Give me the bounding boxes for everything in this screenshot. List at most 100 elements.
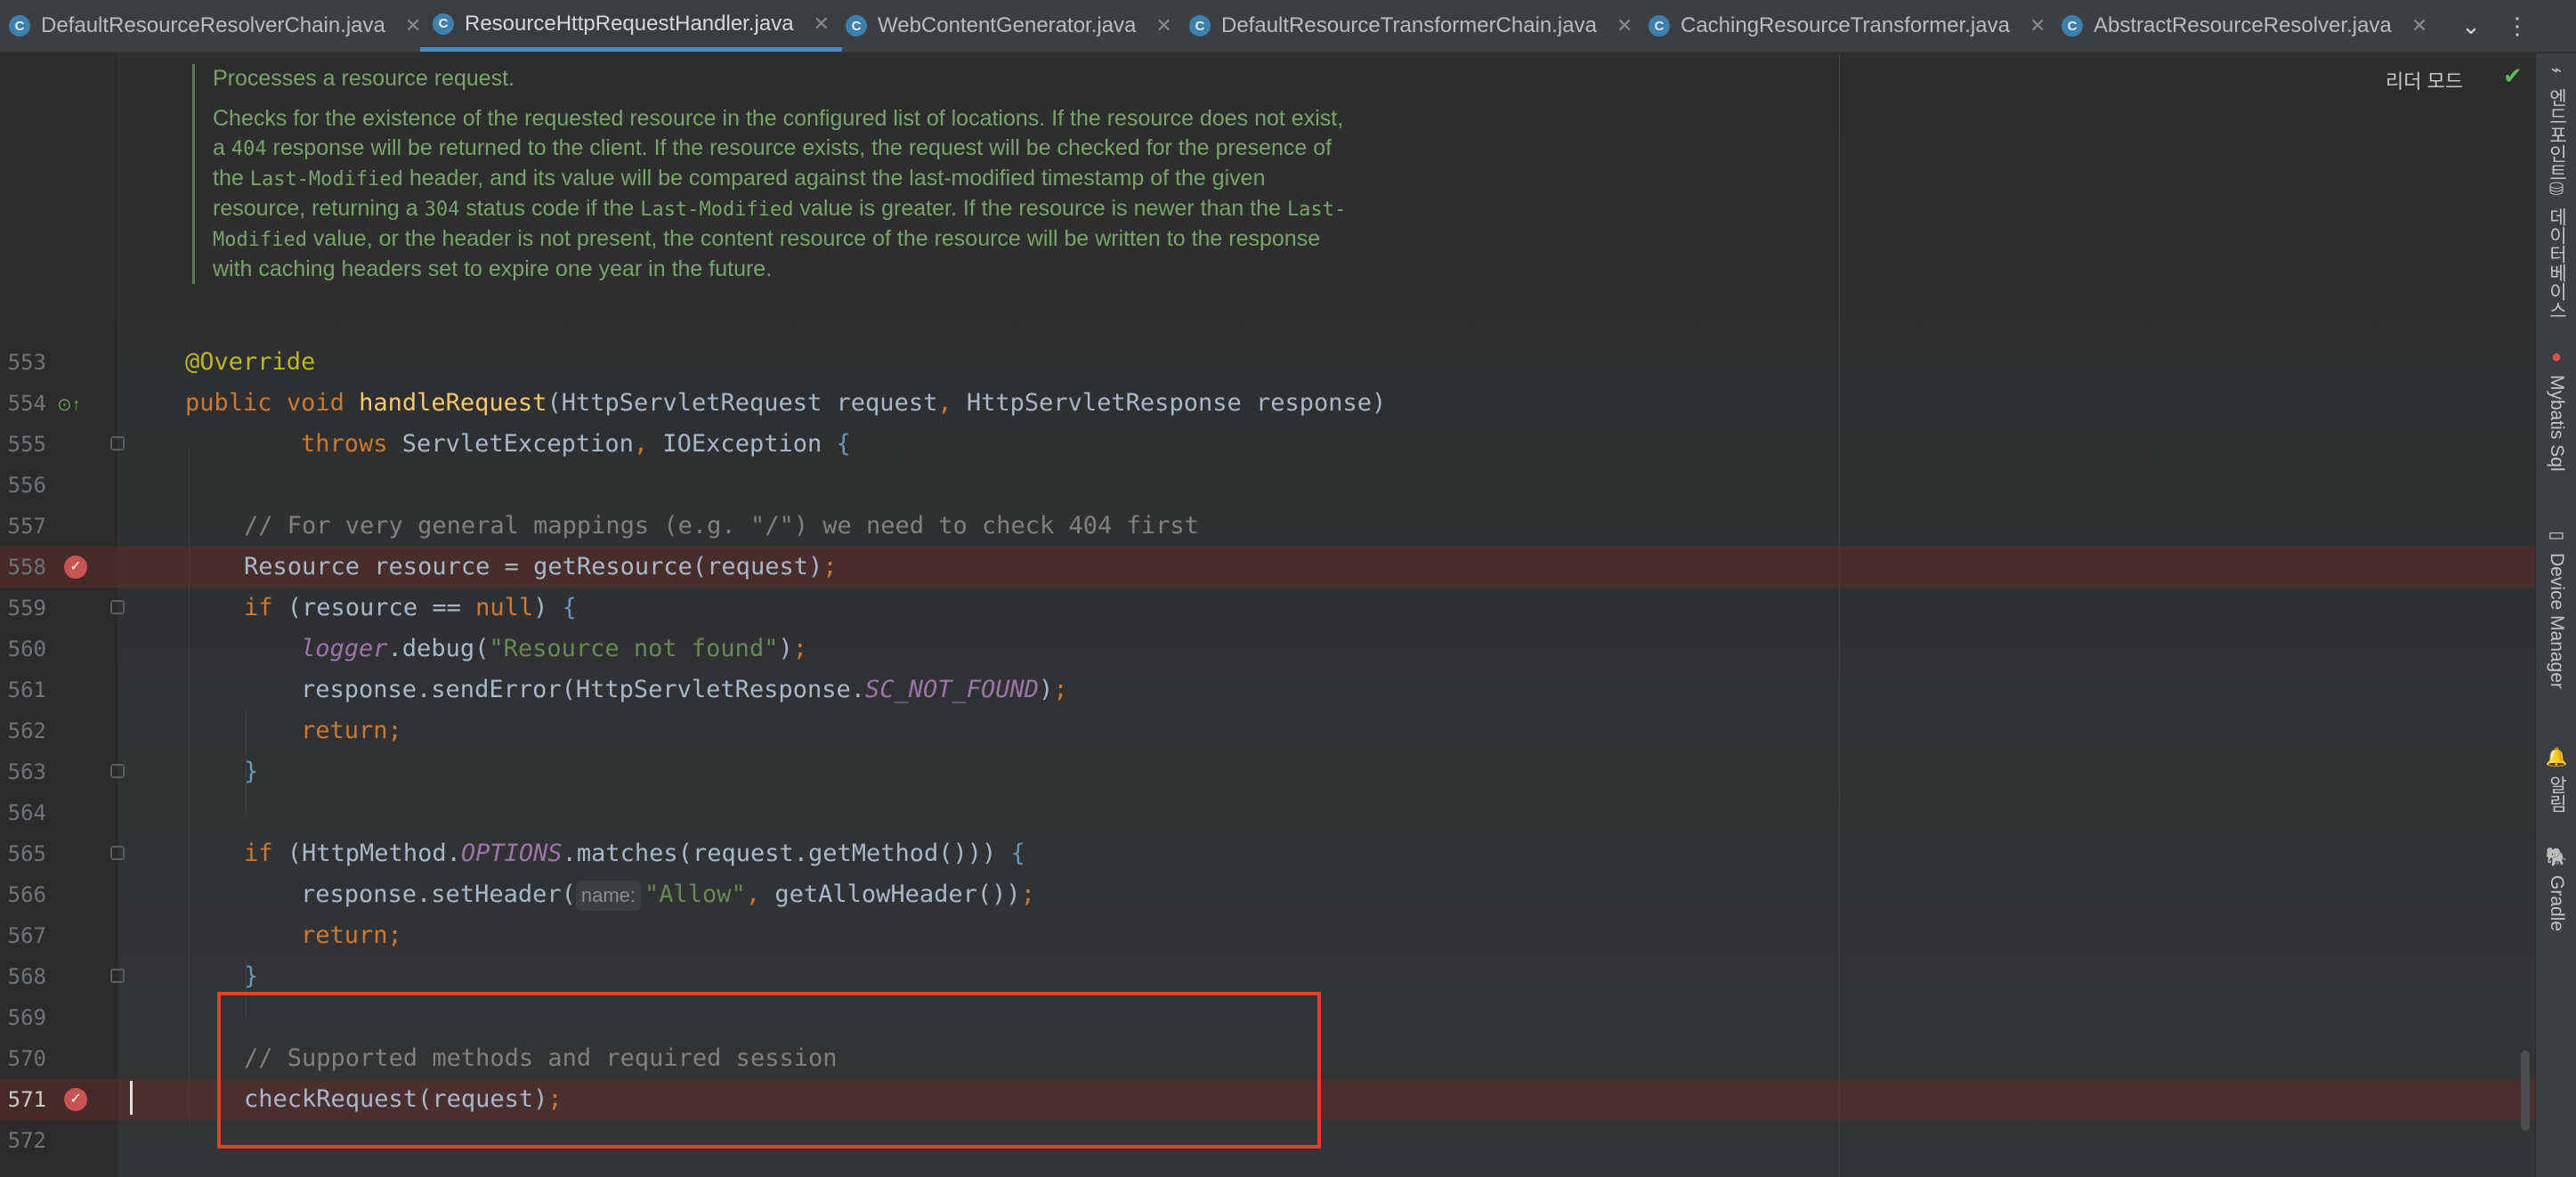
tool-label: 엔드포인트 xyxy=(2547,88,2567,182)
code-line-553[interactable]: 553 @Override xyxy=(0,342,2535,383)
code-line-556[interactable]: 556 xyxy=(0,465,2535,506)
code-token: ; xyxy=(387,717,402,744)
static-field: logger xyxy=(301,635,388,662)
tab-defaultresourceresolverchain[interactable]: C DefaultResourceResolverChain.java ✕ xyxy=(9,0,421,52)
tab-cachingresourcetransformer[interactable]: C CachingResourceTransformer.java ✕ xyxy=(1648,0,2045,52)
line-number: 565 xyxy=(7,841,46,866)
code-line-558[interactable]: 558 ✓ Resource resource = getResource(re… xyxy=(0,547,2535,588)
line-number: 553 xyxy=(7,350,46,375)
code-text: return; xyxy=(301,915,402,956)
fold-icon[interactable] xyxy=(110,600,125,614)
right-tool-window-bar: ⌁ 엔드포인트 ⛁ 데이터베이스 ● Mybatis Sql ▭ Device … xyxy=(2535,53,2576,1177)
editor-menu-icon[interactable]: ⋮ xyxy=(2499,0,2535,52)
tool-label: Device Manager xyxy=(2547,553,2567,689)
javadoc-text: value, or the header is not present, the… xyxy=(213,226,1321,281)
fold-icon[interactable] xyxy=(110,846,125,860)
code-token: (HttpServletRequest request xyxy=(547,389,938,417)
method-name: handleRequest xyxy=(359,389,547,417)
code-editor[interactable]: 리더 모드 ✔ Processes a resource request. Ch… xyxy=(0,53,2535,1177)
code-text: response.sendError(HttpServletResponse.S… xyxy=(301,670,1068,710)
inspection-ok-icon[interactable]: ✔ xyxy=(2503,62,2523,90)
close-icon[interactable]: ✕ xyxy=(1155,14,1171,37)
code-line-565[interactable]: 565 if (HttpMethod.OPTIONS.matches(reque… xyxy=(0,833,2535,874)
code-line-555[interactable]: 555 throws ServletException, IOException… xyxy=(0,424,2535,465)
tab-webcontentgenerator[interactable]: C WebContentGenerator.java ✕ xyxy=(846,0,1172,52)
fold-icon[interactable] xyxy=(110,436,125,451)
tool-device-manager[interactable]: ▭ Device Manager xyxy=(2536,524,2576,689)
code-text: @Override xyxy=(185,342,315,383)
code-comment: // For very general mappings (e.g. "/") … xyxy=(244,512,1199,540)
code-line-564[interactable]: 564 xyxy=(0,792,2535,833)
more-tabs-icon[interactable]: ⌄ xyxy=(2453,0,2489,52)
code-token: , xyxy=(745,881,761,908)
tab-abstractresourceresolver[interactable]: C AbstractResourceResolver.java ✕ xyxy=(2062,0,2427,52)
fold-icon[interactable] xyxy=(110,764,125,778)
code-text: if (HttpMethod.OPTIONS.matches(request.g… xyxy=(244,833,1025,874)
tool-mybatis-sql[interactable]: ● Mybatis Sql xyxy=(2536,347,2576,472)
line-number: 561 xyxy=(7,678,46,702)
code-token: (resource == xyxy=(272,594,476,621)
tool-endpoints[interactable]: ⌁ 엔드포인트 xyxy=(2536,59,2576,182)
code-token: ; xyxy=(1053,676,1068,703)
code-token: { xyxy=(562,594,577,621)
close-icon[interactable]: ✕ xyxy=(2411,14,2427,37)
code-token: ; xyxy=(387,921,402,949)
line-number: 568 xyxy=(7,964,46,989)
tab-label: DefaultResourceTransformerChain.java xyxy=(1221,13,1597,37)
tool-database[interactable]: ⛁ 데이터베이스 xyxy=(2536,178,2576,320)
line-number: 556 xyxy=(7,473,46,498)
tool-gradle[interactable]: 🐘 Gradle xyxy=(2536,846,2576,931)
fold-icon[interactable] xyxy=(110,969,125,983)
code-line-563[interactable]: 563 } xyxy=(0,751,2535,792)
code-token: Resource resource = getResource(request) xyxy=(244,553,823,580)
code-line-557[interactable]: 557 // For very general mappings (e.g. "… xyxy=(0,506,2535,547)
breakpoint-icon[interactable]: ✓ xyxy=(64,556,87,579)
code-text: Resource resource = getResource(request)… xyxy=(244,547,837,588)
close-icon[interactable]: ✕ xyxy=(814,12,830,36)
code-line-559[interactable]: 559 if (resource == null) { xyxy=(0,588,2535,629)
code-token: ) xyxy=(1039,676,1054,703)
tab-defaultresourcetransformerchain[interactable]: C DefaultResourceTransformerChain.java ✕ xyxy=(1189,0,1632,52)
editor-tab-bar: C DefaultResourceResolverChain.java ✕ C … xyxy=(0,0,2576,53)
code-token: } xyxy=(244,758,259,785)
vertical-scrollbar[interactable] xyxy=(2521,1051,2530,1131)
tab-resourcehttprequesthandler[interactable]: C ResourceHttpRequestHandler.java ✕ xyxy=(420,0,842,52)
device-manager-icon: ▭ xyxy=(2548,525,2565,545)
class-icon: C xyxy=(9,15,30,37)
breakpoint-icon[interactable]: ✓ xyxy=(64,1088,87,1111)
static-field: SC_NOT_FOUND xyxy=(864,676,1040,703)
code-token: , xyxy=(937,389,952,417)
javadoc-code: 304 xyxy=(424,199,460,221)
code-line-554[interactable]: 554 ⊙↑ public void handleRequest(HttpSer… xyxy=(0,383,2535,424)
line-number: 555 xyxy=(7,432,46,457)
tool-notifications[interactable]: 🔔 알림 xyxy=(2536,746,2576,813)
tool-label: 알림 xyxy=(2547,775,2567,813)
javadoc-body: Checks for the existence of the requeste… xyxy=(213,104,1361,284)
code-line-566[interactable]: 566 response.setHeader(name: "Allow", get… xyxy=(0,874,2535,915)
text-caret xyxy=(130,1081,133,1115)
code-line-561[interactable]: 561 response.sendError(HttpServletRespon… xyxy=(0,670,2535,710)
line-number: 569 xyxy=(7,1005,46,1030)
tool-label: Mybatis Sql xyxy=(2547,375,2567,472)
keyword: public xyxy=(185,389,272,417)
line-number: 563 xyxy=(7,759,46,784)
code-line-560[interactable]: 560 logger.debug("Resource not found"); xyxy=(0,629,2535,670)
code-token: ) xyxy=(533,594,563,621)
line-number: 554 xyxy=(7,391,46,416)
code-token: { xyxy=(1010,840,1025,867)
javadoc-summary: Processes a resource request. xyxy=(213,66,515,91)
code-text: throws ServletException, IOException { xyxy=(301,424,851,465)
line-number: 560 xyxy=(7,637,46,662)
keyword: return xyxy=(301,717,388,744)
close-icon[interactable]: ✕ xyxy=(2029,14,2045,37)
close-icon[interactable]: ✕ xyxy=(405,14,421,37)
code-line-562[interactable]: 562 return; xyxy=(0,710,2535,751)
keyword: null xyxy=(475,594,534,621)
close-icon[interactable]: ✕ xyxy=(1616,14,1632,37)
static-field: OPTIONS xyxy=(460,840,563,867)
tab-label: CachingResourceTransformer.java xyxy=(1681,13,2010,37)
reader-mode-toggle[interactable]: 리더 모드 xyxy=(2386,66,2463,94)
override-method-icon[interactable]: ⊙↑ xyxy=(57,394,81,416)
code-line-567[interactable]: 567 return; xyxy=(0,915,2535,956)
abstract-class-icon: C xyxy=(846,15,867,37)
